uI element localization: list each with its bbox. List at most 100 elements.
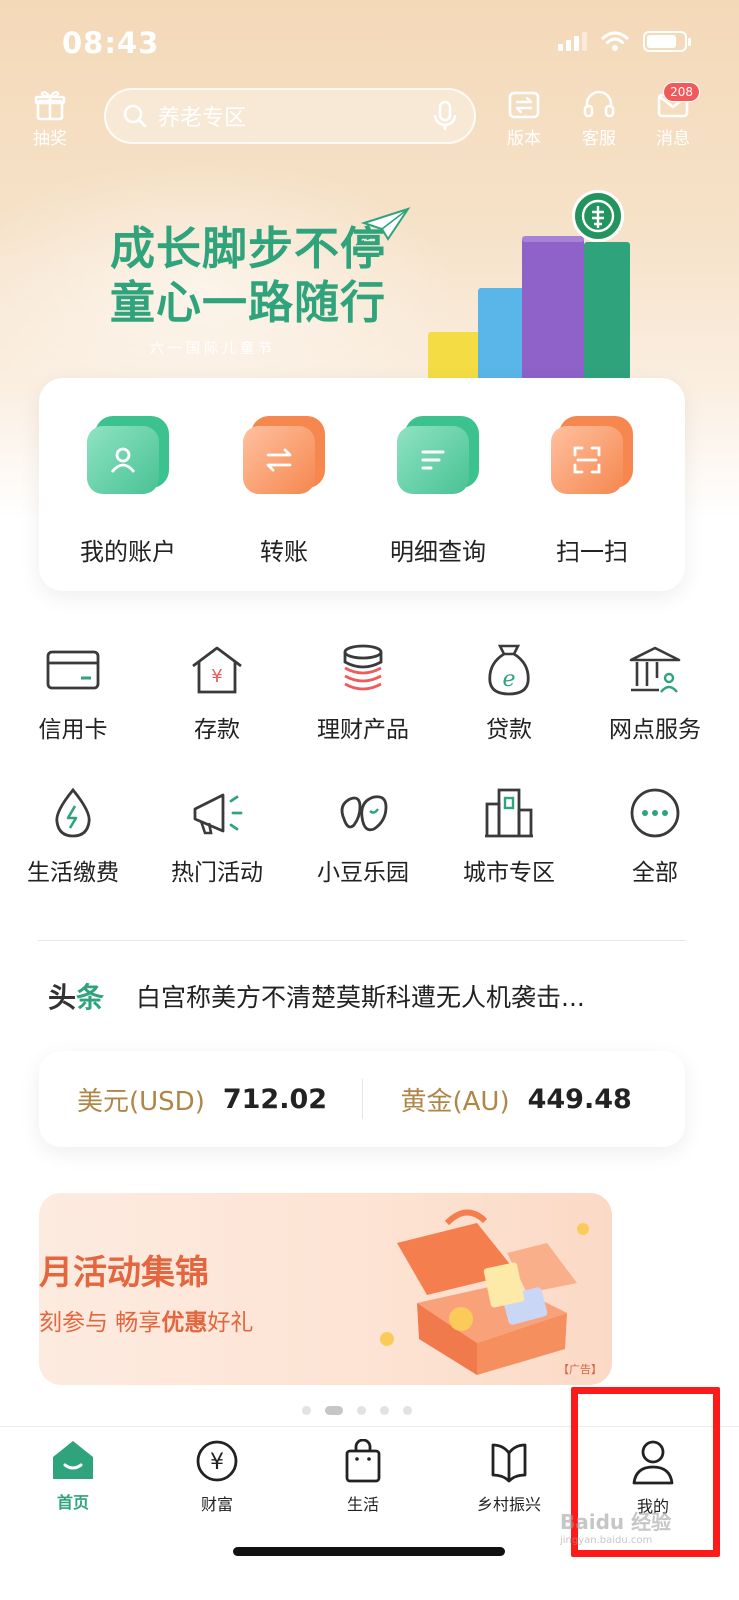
- details-query-button[interactable]: 明细查询: [363, 412, 513, 567]
- hot-activity-button[interactable]: 热门活动: [144, 783, 290, 887]
- carousel-dot: [302, 1406, 311, 1415]
- search-icon: [123, 104, 147, 128]
- gift-box-illustration: [380, 1209, 589, 1375]
- messages-badge: 208: [663, 82, 700, 102]
- deposit-label: 存款: [194, 717, 240, 743]
- credit-card-label: 信用卡: [38, 717, 108, 743]
- usd-rate-name: 美元(USD): [77, 1086, 205, 1117]
- scan-label: 扫一扫: [556, 538, 628, 566]
- messages-button[interactable]: 208 消息: [643, 82, 703, 149]
- microphone-icon[interactable]: [432, 100, 458, 132]
- scan-icon: [551, 412, 633, 494]
- bean-park-label: 小豆乐园: [317, 860, 409, 886]
- tab-wealth[interactable]: ¥ 财富: [144, 1439, 290, 1515]
- transfer-label: 转账: [260, 538, 308, 566]
- loan-label: 贷款: [486, 717, 532, 743]
- carousel-dot: [403, 1406, 412, 1415]
- gold-rate[interactable]: 黄金(AU) 449.48: [363, 1081, 686, 1118]
- transfer-button[interactable]: 转账: [209, 412, 359, 567]
- wealth-products-button[interactable]: 理财产品: [290, 640, 436, 744]
- version-button[interactable]: 版本: [494, 88, 554, 149]
- city-zone-button[interactable]: 城市专区: [436, 783, 582, 887]
- bean-park-icon: [340, 795, 388, 832]
- tab-life-label: 生活: [346, 1495, 379, 1514]
- deposit-button[interactable]: ¥ 存款: [144, 640, 290, 744]
- all-services-label: 全部: [632, 860, 678, 886]
- svg-text:¥: ¥: [210, 1450, 224, 1475]
- promo-subtitle-highlight: 优惠: [161, 1310, 208, 1336]
- headline-text: 白宫称美方不清楚莫斯科遭无人机袭击...: [136, 983, 585, 1012]
- banner-line-2: 童心一路随行: [110, 276, 387, 329]
- watermark-url: jingyan.baidu.com: [560, 1535, 653, 1546]
- version-label: 版本: [507, 129, 541, 149]
- exchange-rate-card[interactable]: 美元(USD) 712.02 黄金(AU) 449.48: [39, 1051, 685, 1147]
- version-switch-icon: [508, 91, 540, 119]
- loan-button[interactable]: e 贷款: [436, 640, 582, 744]
- all-services-button[interactable]: 全部: [582, 783, 728, 887]
- branch-service-button[interactable]: 网点服务: [582, 640, 728, 744]
- tab-rural[interactable]: 乡村振兴: [436, 1439, 582, 1515]
- utility-payment-button[interactable]: 生活缴费: [0, 783, 146, 887]
- ad-label: 【广告】: [558, 1363, 602, 1376]
- rural-book-icon: [491, 1443, 527, 1483]
- system-icons: [558, 30, 691, 52]
- svg-text:e: e: [502, 667, 515, 692]
- scan-button[interactable]: 扫一扫: [517, 412, 667, 567]
- promo-subtitle: 刻参与 畅享优惠好礼: [39, 1303, 253, 1337]
- tab-home[interactable]: 首页: [0, 1439, 146, 1513]
- life-bag-icon: [345, 1438, 381, 1483]
- wifi-icon: [601, 31, 629, 51]
- tab-wealth-label: 财富: [200, 1495, 233, 1514]
- more-icon: [630, 788, 680, 838]
- bank-logo-icon: [581, 199, 615, 233]
- home-icon: [53, 1441, 93, 1479]
- messages-label: 消息: [656, 129, 690, 149]
- details-icon: [397, 412, 479, 494]
- utility-payment-label: 生活缴费: [27, 860, 119, 886]
- signal-icon: [558, 31, 587, 51]
- watermark-text: Baidu 经验: [560, 1510, 672, 1534]
- headline-tag: 头条: [48, 976, 104, 1016]
- branch-service-label: 网点服务: [609, 717, 701, 743]
- watermark: Baidu 经验 jingyan.baidu.com: [560, 1506, 671, 1546]
- promo-carousel-banner[interactable]: 月活动集锦 刻参与 畅享优惠好礼 【广告】: [39, 1193, 612, 1385]
- promo-subtitle-c: 好礼: [207, 1310, 254, 1336]
- my-account-label: 我的账户: [80, 538, 176, 566]
- carousel-dot: [380, 1406, 389, 1415]
- credit-card-button[interactable]: 信用卡: [0, 640, 146, 744]
- usd-rate[interactable]: 美元(USD) 712.02: [39, 1081, 362, 1118]
- customer-service-label: 客服: [582, 129, 616, 149]
- tab-home-label: 首页: [56, 1493, 89, 1512]
- wealth-products-label: 理财产品: [317, 717, 409, 743]
- headline-tag-first: 头: [48, 981, 77, 1014]
- deposit-icon: ¥: [192, 646, 242, 694]
- usd-rate-value: 712.02: [222, 1083, 328, 1115]
- battery-icon: [643, 30, 691, 52]
- my-account-button[interactable]: 我的账户: [53, 412, 203, 567]
- tab-life[interactable]: 生活: [290, 1438, 436, 1515]
- wealth-products-icon: [343, 644, 383, 691]
- headline-news-bar[interactable]: 头条 白宫称美方不清楚莫斯科遭无人机袭击...: [48, 976, 688, 1016]
- promo-title: 月活动集锦: [39, 1253, 209, 1293]
- customer-service-button[interactable]: 客服: [569, 88, 629, 149]
- details-query-label: 明细查询: [390, 538, 486, 566]
- hot-activity-icon: [193, 793, 243, 835]
- banner-line-3: 六一国际儿童节: [150, 341, 276, 357]
- home-indicator: [233, 1547, 505, 1556]
- lottery-button[interactable]: 抽奖: [20, 88, 80, 149]
- paper-plane-icon: [355, 207, 411, 246]
- carousel-indicator: [302, 1406, 412, 1415]
- promo-subtitle-a: 刻参与 畅享: [39, 1310, 162, 1336]
- search-placeholder: 养老专区: [158, 106, 247, 131]
- quick-actions-card: 我的账户 转账 明细查询 扫一扫: [39, 378, 685, 591]
- city-zone-icon: [485, 788, 533, 838]
- bean-park-button[interactable]: 小豆乐园: [290, 783, 436, 887]
- hero-banner[interactable]: 成长脚步不停 童心一路随行 六一国际儿童节: [110, 222, 386, 358]
- city-zone-label: 城市专区: [463, 860, 555, 886]
- branch-service-icon: [629, 646, 681, 693]
- account-icon: [87, 412, 169, 494]
- status-bar: 08:43: [0, 0, 739, 84]
- search-bar[interactable]: 养老专区: [104, 88, 476, 144]
- lottery-label: 抽奖: [33, 129, 67, 149]
- utility-payment-icon: [55, 787, 91, 838]
